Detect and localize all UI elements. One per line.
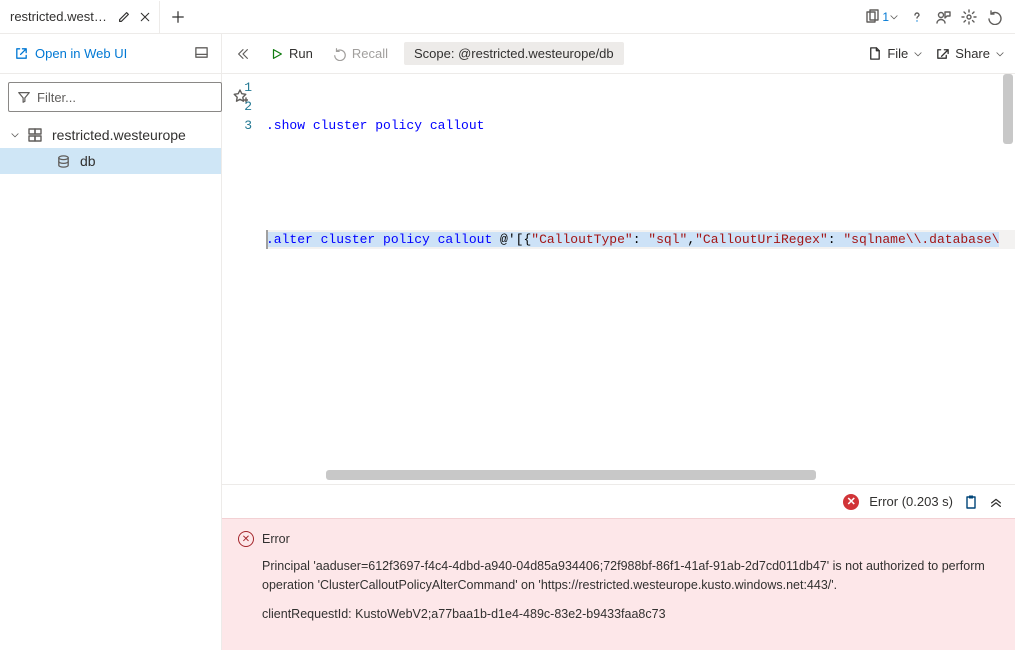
code-token: "sqlname\\.database\ (843, 232, 999, 247)
cluster-label: restricted.westeurope (48, 127, 186, 143)
code-editor[interactable]: 1 2 3 .show cluster policy callout .alte… (222, 74, 1015, 484)
open-in-web-label: Open in Web UI (35, 46, 127, 61)
tab-title: restricted.westeur... (10, 9, 109, 24)
play-icon (270, 47, 284, 61)
undo-button[interactable] (987, 9, 1003, 25)
error-panel: ✕ Error Principal 'aaduser=612f3697-f4c4… (222, 518, 1015, 650)
new-tab-button[interactable] (162, 1, 194, 33)
code-token: .show (266, 118, 305, 133)
chevron-double-left-icon (236, 47, 250, 61)
run-label: Run (289, 46, 313, 61)
main-area: Open in Web UI restricted.westeurope (0, 34, 1015, 650)
sidebar: Open in Web UI restricted.westeurope (0, 34, 222, 650)
help-icon (909, 9, 925, 25)
horizontal-scrollbar[interactable] (326, 470, 995, 480)
chevron-double-up-icon[interactable] (989, 495, 1003, 509)
error-icon: ✕ (238, 531, 254, 547)
code-token: : (828, 232, 844, 247)
external-link-icon (14, 46, 29, 61)
scope-selector[interactable]: Scope: @restricted.westeurope/db (404, 42, 624, 65)
open-in-web-button[interactable]: Open in Web UI (8, 42, 133, 65)
settings-button[interactable] (961, 9, 977, 25)
code-token: : (633, 232, 649, 247)
line-number: 3 (222, 116, 252, 135)
status-text: Error (0.203 s) (869, 494, 953, 509)
code-token: "CalloutType" (531, 232, 632, 247)
database-icon (56, 154, 71, 169)
command-bar: Run Recall Scope: @restricted.westeurope… (222, 34, 1015, 74)
cursor (266, 233, 268, 247)
file-menu[interactable]: File (867, 46, 923, 61)
file-icon (867, 46, 882, 61)
code-token: , (687, 232, 695, 247)
line-number: 1 (222, 78, 252, 97)
collapse-left-button[interactable] (232, 44, 254, 64)
chevron-down-icon (913, 49, 923, 59)
help-button[interactable] (909, 9, 925, 25)
scrollbar-thumb[interactable] (326, 470, 816, 480)
recall-button[interactable]: Recall (329, 43, 392, 64)
share-menu[interactable]: Share (935, 46, 1005, 61)
scope-value: @restricted.westeurope/db (458, 46, 614, 61)
code-token: "CalloutUriRegex" (695, 232, 828, 247)
close-icon[interactable] (139, 11, 151, 23)
panel-icon (194, 45, 209, 60)
error-message: Principal 'aaduser=612f3697-f4c4-4dbd-a9… (262, 557, 999, 595)
feedback-button[interactable] (935, 9, 951, 25)
recall-label: Recall (352, 46, 388, 61)
error-status-icon: ✕ (843, 494, 859, 510)
results-header: ✕ Error (0.203 s) (222, 484, 1015, 518)
run-button[interactable]: Run (266, 43, 317, 64)
code-content[interactable]: .show cluster policy callout .alter clus… (266, 74, 1015, 484)
person-feedback-icon (935, 9, 951, 25)
file-label: File (887, 46, 908, 61)
error-title: Error (262, 532, 290, 546)
code-token: @'[{ (500, 232, 531, 247)
copy-button[interactable]: 1 (864, 9, 899, 25)
line-gutter: 1 2 3 (222, 74, 266, 484)
edit-icon[interactable] (117, 10, 131, 24)
share-label: Share (955, 46, 990, 61)
scope-label: Scope: (414, 46, 454, 61)
connection-tree: restricted.westeurope db (0, 120, 221, 176)
line-number: 2 (222, 97, 252, 116)
chevron-down-icon (889, 12, 899, 22)
title-tab-bar: restricted.westeur... 1 (0, 0, 1015, 34)
recall-icon (333, 47, 347, 61)
filter-input-wrap[interactable] (8, 82, 222, 112)
plus-icon (171, 10, 185, 24)
cluster-icon (27, 127, 43, 143)
panel-toggle-button[interactable] (190, 41, 213, 67)
code-token: .alter (266, 232, 313, 247)
tree-cluster-row[interactable]: restricted.westeurope (0, 122, 221, 148)
code-token: cluster policy callout (313, 232, 500, 247)
chevron-down-icon (995, 49, 1005, 59)
tree-db-row[interactable]: db (0, 148, 221, 174)
share-icon (935, 46, 950, 61)
code-token: cluster policy callout (305, 118, 484, 133)
query-tab[interactable]: restricted.westeur... (0, 1, 160, 33)
vertical-scrollbar-thumb[interactable] (1003, 74, 1013, 144)
right-pane: Run Recall Scope: @restricted.westeurope… (222, 34, 1015, 650)
top-right-actions: 1 (864, 9, 1009, 25)
gear-icon (961, 9, 977, 25)
chevron-down-icon (10, 130, 20, 140)
code-token: "sql" (648, 232, 687, 247)
error-request-id: clientRequestId: KustoWebV2;a77baa1b-d1e… (262, 605, 999, 624)
copy-count: 1 (882, 10, 889, 24)
filter-icon (17, 90, 31, 104)
filter-input[interactable] (37, 90, 213, 105)
clipboard-icon[interactable] (963, 494, 979, 510)
copy-icon (864, 9, 880, 25)
undo-icon (987, 9, 1003, 25)
db-label: db (76, 153, 96, 169)
